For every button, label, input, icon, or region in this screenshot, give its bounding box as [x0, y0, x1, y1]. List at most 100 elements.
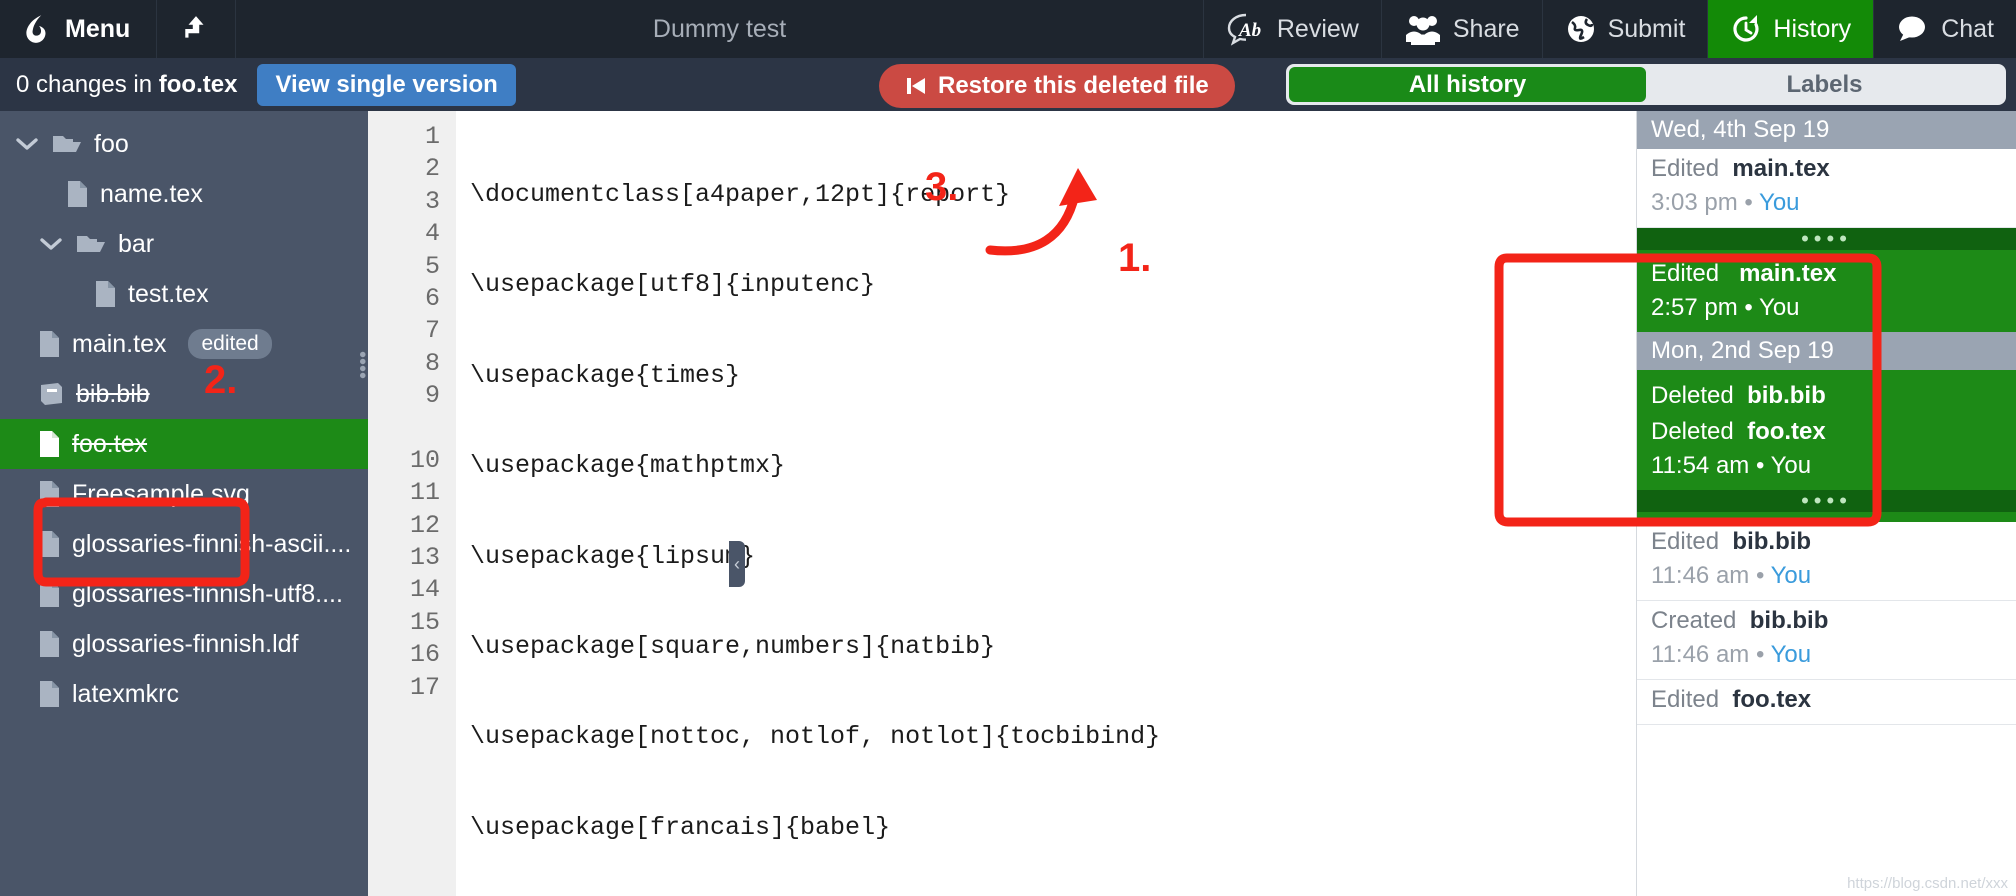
share-button[interactable]: Share [1382, 0, 1543, 58]
history-entry-separator: • [1744, 294, 1753, 321]
line-number: 12 [409, 510, 440, 540]
file-tree-file-bib-bib[interactable]: bib.bib [0, 369, 368, 419]
line-number: 17 [409, 672, 440, 702]
history-entry-meta: 3:03 pm • You [1651, 189, 2002, 217]
changes-summary: 0 changes in foo.tex [0, 71, 237, 99]
history-action-file: foo.tex [1732, 686, 1812, 713]
history-entry[interactable]: Edited foo.tex [1637, 680, 2016, 725]
history-range-handle-bottom[interactable]: •••• [1637, 490, 2016, 512]
restore-deleted-file-button[interactable]: Restore this deleted file [879, 64, 1235, 108]
file-icon [38, 680, 60, 708]
upload-button[interactable] [157, 0, 237, 58]
menu-label: Menu [65, 14, 131, 43]
chevron-down-icon[interactable] [14, 137, 40, 151]
file-tree-file-glossaries-finnish-utf8[interactable]: glossaries-finnish-utf8.... [0, 569, 368, 619]
file-icon [94, 280, 116, 308]
project-title: Dummy test [236, 0, 1204, 58]
history-entry-action: Edited foo.tex [1651, 686, 2002, 714]
history-clock-icon [1730, 13, 1762, 45]
history-action-file: main.tex [1739, 260, 1837, 287]
history-range-handle-top[interactable]: •••• [1637, 228, 2016, 250]
file-tree-item-label: test.tex [128, 279, 209, 308]
history-entry-meta: 11:46 am • You [1651, 562, 2002, 590]
history-sub-toolbar: 0 changes in foo.tex View single version… [0, 58, 2016, 111]
file-tree-file-glossaries-finnish-ascii[interactable]: glossaries-finnish-ascii.... [0, 519, 368, 569]
line-number: 7 [424, 316, 440, 346]
view-single-version-button[interactable]: View single version [257, 63, 516, 106]
filetree-resize-handle[interactable]: •••• [351, 351, 368, 379]
svg-text:Ab: Ab [1238, 20, 1261, 41]
line-number: 14 [409, 575, 440, 605]
line-number: 5 [424, 251, 440, 281]
history-entry[interactable]: Created bib.bib 11:46 am • You [1637, 601, 2016, 680]
file-tree-file-foo-tex[interactable]: foo.tex [0, 419, 368, 469]
chevron-down-icon[interactable] [38, 237, 64, 251]
history-action-file: bib.bib [1732, 528, 1812, 555]
history-entry-user[interactable]: You [1771, 641, 1812, 668]
history-date-header: Mon, 2nd Sep 19 [1637, 332, 2016, 370]
file-tree-file-freesample-svg[interactable]: Freesample.svg [0, 469, 368, 519]
watermark-text: https://blog.csdn.net/xxx [1847, 875, 2008, 892]
menu-button[interactable]: Menu [0, 0, 158, 58]
review-button[interactable]: Ab Review [1204, 0, 1382, 58]
history-entry[interactable]: Deleted bib.bib Deleted foo.tex 11:54 am… [1637, 370, 2016, 522]
submit-button[interactable]: Submit [1543, 0, 1709, 58]
file-tree-file-glossaries-finnish-ldf[interactable]: glossaries-finnish.ldf [0, 619, 368, 669]
file-tree-item-label: name.tex [100, 179, 203, 208]
history-entry-time: 3:03 pm [1651, 189, 1738, 216]
history-action-file: bib.bib [1747, 382, 1826, 409]
collapse-filetree-button[interactable]: ‹ [729, 541, 745, 587]
file-icon [38, 480, 60, 508]
line-number: 13 [409, 543, 440, 573]
file-tree-item-label: glossaries-finnish.ldf [72, 629, 299, 658]
history-entry-user[interactable]: You [1759, 189, 1800, 216]
history-entry-separator: • [1744, 189, 1753, 216]
chat-button[interactable]: Chat [1874, 0, 2016, 58]
history-entry[interactable]: •••• Edited main.tex 2:57 pm • You [1637, 228, 2016, 332]
file-tree-item-label: latexmkrc [72, 679, 179, 708]
file-tree-file-main-tex[interactable]: main.tex edited [0, 319, 368, 369]
history-entry[interactable]: Edited bib.bib 11:46 am • You [1637, 522, 2016, 601]
code-line: \documentclass[a4paper,12pt]{report} [470, 180, 1011, 209]
history-entry-user[interactable]: You [1771, 452, 1812, 479]
history-entry-action: Created bib.bib [1651, 607, 2002, 635]
changes-file-name: foo.tex [158, 70, 238, 98]
people-icon [1404, 13, 1442, 45]
history-action-verb: Edited [1651, 686, 1720, 713]
history-action-verb: Edited [1651, 260, 1720, 287]
history-entry-user[interactable]: You [1771, 562, 1812, 589]
file-tree-item-label: foo.tex [72, 429, 148, 458]
file-icon [38, 330, 60, 358]
line-number: 8 [424, 348, 440, 378]
code-content[interactable]: \documentclass[a4paper,12pt]{report} \us… [456, 111, 1636, 896]
file-tree-item-label: foo [94, 129, 129, 158]
history-entry[interactable]: Edited main.tex 3:03 pm • You [1637, 149, 2016, 228]
file-tree-file-latexmkrc[interactable]: latexmkrc [0, 669, 368, 719]
file-tree-file-name-tex[interactable]: name.tex [0, 169, 368, 219]
tab-all-history[interactable]: All history [1289, 67, 1646, 102]
upload-icon [183, 14, 209, 44]
globe-icon [1565, 13, 1597, 45]
file-tree-folder-foo[interactable]: foo [0, 119, 368, 169]
line-number: 16 [409, 640, 440, 670]
chat-label: Chat [1941, 14, 1994, 43]
file-tree-item-label: bar [118, 229, 155, 258]
tab-labels[interactable]: Labels [1646, 67, 2003, 102]
history-action-verb: Deleted [1651, 418, 1734, 445]
code-line: \usepackage[square,numbers]{natbib} [470, 631, 996, 661]
line-number: 11 [409, 478, 440, 508]
line-number: 4 [424, 219, 440, 249]
chat-bubble-icon [1896, 14, 1930, 44]
folder-open-icon [52, 132, 82, 156]
history-button[interactable]: History [1708, 0, 1875, 58]
file-tree-item-label: glossaries-finnish-utf8.... [72, 579, 343, 608]
history-entry-user[interactable]: You [1759, 294, 1800, 321]
code-line: \usepackage{mathptmx} [470, 451, 786, 481]
folder-open-icon [76, 232, 106, 256]
line-number: 9 [424, 381, 440, 411]
file-tree-file-test-tex[interactable]: test.tex [0, 269, 368, 319]
file-tree-folder-bar[interactable]: bar [0, 219, 368, 269]
restore-label: Restore this deleted file [938, 72, 1209, 99]
history-entry-action: Edited main.tex [1651, 155, 2002, 183]
file-tree-item-label: Freesample.svg [72, 479, 250, 508]
